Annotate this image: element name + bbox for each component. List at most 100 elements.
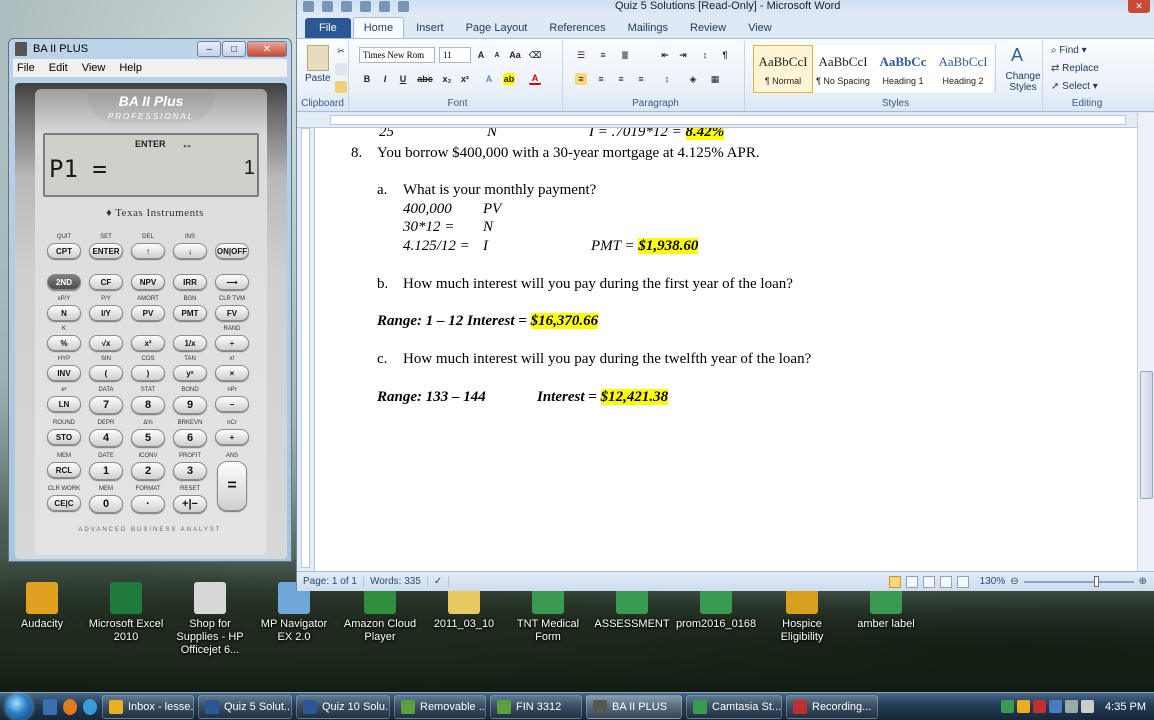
calc-key[interactable]: 0 <box>89 495 123 513</box>
taskbar-button[interactable]: Quiz 5 Solut... <box>198 694 292 719</box>
line-spacing-icon[interactable]: ↕ <box>661 73 673 85</box>
calc-key[interactable]: ON|OFF <box>215 243 249 259</box>
zoom-out-icon[interactable]: ⊖ <box>1010 576 1018 587</box>
taskbar-button[interactable]: Inbox - lesse... <box>102 694 194 719</box>
tab-insert[interactable]: Insert <box>406 18 454 38</box>
calc-key[interactable]: I/Y <box>89 305 123 321</box>
document-page[interactable]: 25 N I = .7019*12 = 8.42% 8. You borrow … <box>315 128 1137 571</box>
style-heading-1[interactable]: AaBbCc Heading 1 <box>873 45 933 93</box>
volume-icon[interactable] <box>1081 700 1095 713</box>
font-color-icon[interactable]: A <box>529 73 541 85</box>
underline-icon[interactable]: U <box>397 73 409 85</box>
calc-key[interactable]: 3 <box>173 462 207 480</box>
grow-font-icon[interactable]: A <box>475 49 487 61</box>
desktop-icon[interactable]: Microsoft Excel 2010 <box>84 582 168 644</box>
font-name-field[interactable]: Times New Rom <box>359 47 435 63</box>
desktop-icon[interactable]: Hospice Eligibility <box>760 582 844 644</box>
word-window[interactable]: Quiz 5 Solutions [Read-Only] - Microsoft… <box>296 0 1154 591</box>
calc-key[interactable]: CF <box>89 274 123 290</box>
tab-home[interactable]: Home <box>352 17 405 38</box>
word-close-button[interactable]: ✕ <box>1128 0 1150 13</box>
menu-view[interactable]: View <box>82 62 106 74</box>
calc-key[interactable]: 7 <box>89 396 123 414</box>
calc-key[interactable]: 8 <box>131 396 165 414</box>
tab-view[interactable]: View <box>738 18 782 38</box>
firefox-icon[interactable] <box>63 698 77 715</box>
shrink-font-icon[interactable]: A <box>491 49 503 61</box>
font-size-field[interactable]: 11 <box>439 47 471 63</box>
find-button[interactable]: ⌕ Find ▾ <box>1051 45 1087 56</box>
calc-key[interactable]: √x <box>89 335 123 351</box>
shading-icon[interactable]: ◈ <box>687 73 699 85</box>
calc-key[interactable]: +|− <box>173 495 207 513</box>
page-indicator[interactable]: Page: 1 of 1 <box>297 576 364 587</box>
strikethrough-icon[interactable]: abc <box>417 73 433 85</box>
print-layout-icon[interactable] <box>888 575 901 588</box>
decrease-indent-icon[interactable]: ⇤ <box>659 49 671 61</box>
select-button[interactable]: ➚ Select ▾ <box>1051 81 1098 92</box>
calc-key[interactable]: FV <box>215 305 249 321</box>
calc-key[interactable]: ↓ <box>173 243 207 259</box>
vertical-scrollbar[interactable] <box>1137 113 1154 571</box>
save-icon[interactable] <box>322 1 333 12</box>
italic-icon[interactable]: I <box>379 73 391 85</box>
style-heading-2[interactable]: AaBbCcI Heading 2 <box>933 45 993 93</box>
numbering-icon[interactable]: ≡ <box>597 49 609 61</box>
tray-icon[interactable] <box>1017 700 1031 713</box>
undo-icon[interactable] <box>341 1 352 12</box>
calc-key[interactable]: ENTER <box>89 243 123 259</box>
subscript-icon[interactable]: x₂ <box>441 73 453 85</box>
taskbar-button[interactable]: Quiz 10 Solu... <box>296 694 390 719</box>
calc-key[interactable]: STO <box>47 429 81 445</box>
format-painter-icon[interactable] <box>335 81 347 93</box>
desktop-icon[interactable]: Shop for Supplies - HP Officejet 6... <box>168 582 252 657</box>
replace-button[interactable]: ⇄ Replace <box>1051 63 1099 74</box>
sort-icon[interactable]: ↕ <box>699 49 711 61</box>
calc-key[interactable]: + <box>215 429 249 445</box>
calc-key[interactable]: yˣ <box>173 365 207 381</box>
menu-edit[interactable]: Edit <box>49 62 68 74</box>
desktop-icon[interactable]: Audacity <box>0 582 84 631</box>
calc-key[interactable]: 6 <box>173 429 207 447</box>
vertical-ruler[interactable] <box>297 128 315 571</box>
increase-indent-icon[interactable]: ⇥ <box>677 49 689 61</box>
redo-icon[interactable] <box>360 1 371 12</box>
tab-file[interactable]: File <box>305 18 351 38</box>
calc-key[interactable]: PV <box>131 305 165 321</box>
open-icon[interactable] <box>379 1 390 12</box>
align-left-icon[interactable]: ≡ <box>575 73 587 85</box>
zoom-level[interactable]: 130% <box>980 576 1006 587</box>
show-marks-icon[interactable]: ¶ <box>719 49 731 61</box>
calc-key[interactable]: ↑ <box>131 243 165 259</box>
minimize-button[interactable]: – <box>197 41 221 57</box>
justify-icon[interactable]: ≡ <box>635 73 647 85</box>
calc-key[interactable]: ÷ <box>215 335 249 351</box>
zoom-slider[interactable] <box>1023 575 1134 587</box>
calc-key[interactable]: ) <box>131 365 165 381</box>
align-center-icon[interactable]: ≡ <box>595 73 607 85</box>
calc-key[interactable]: 2 <box>131 462 165 480</box>
highlight-icon[interactable]: ab <box>503 73 515 85</box>
calc-key[interactable]: 2ND <box>47 274 81 290</box>
calc-key[interactable]: LN <box>47 396 81 412</box>
paste-button[interactable]: Paste <box>305 73 331 84</box>
copy-icon[interactable] <box>335 63 347 75</box>
word-titlebar[interactable]: Quiz 5 Solutions [Read-Only] - Microsoft… <box>297 0 1154 14</box>
calc-key[interactable]: × <box>215 365 249 381</box>
ie-icon[interactable] <box>83 698 97 715</box>
draft-icon[interactable] <box>956 575 969 588</box>
desktop-icon[interactable]: TNT Medical Form <box>506 582 590 644</box>
style-no-spacing[interactable]: AaBbCcI ¶ No Spacing <box>813 45 873 93</box>
change-styles-icon[interactable]: A <box>1011 45 1023 66</box>
calc-key[interactable]: CPT <box>47 243 81 259</box>
taskbar-button[interactable]: Camtasia St... <box>686 694 782 719</box>
tab-page-layout[interactable]: Page Layout <box>456 18 538 38</box>
taskbar-button[interactable]: FIN 3312 <box>490 694 582 719</box>
zoom-in-icon[interactable]: ⊕ <box>1139 576 1147 587</box>
styles-scroll[interactable] <box>995 43 1003 93</box>
calc-key[interactable]: x² <box>131 335 165 351</box>
calculator-window[interactable]: BA II PLUS – □ ✕ File Edit View Help BA … <box>8 38 292 562</box>
change-case-icon[interactable]: Aa <box>509 49 521 61</box>
full-screen-reading-icon[interactable] <box>905 575 918 588</box>
scrollbar-thumb[interactable] <box>1140 371 1153 499</box>
